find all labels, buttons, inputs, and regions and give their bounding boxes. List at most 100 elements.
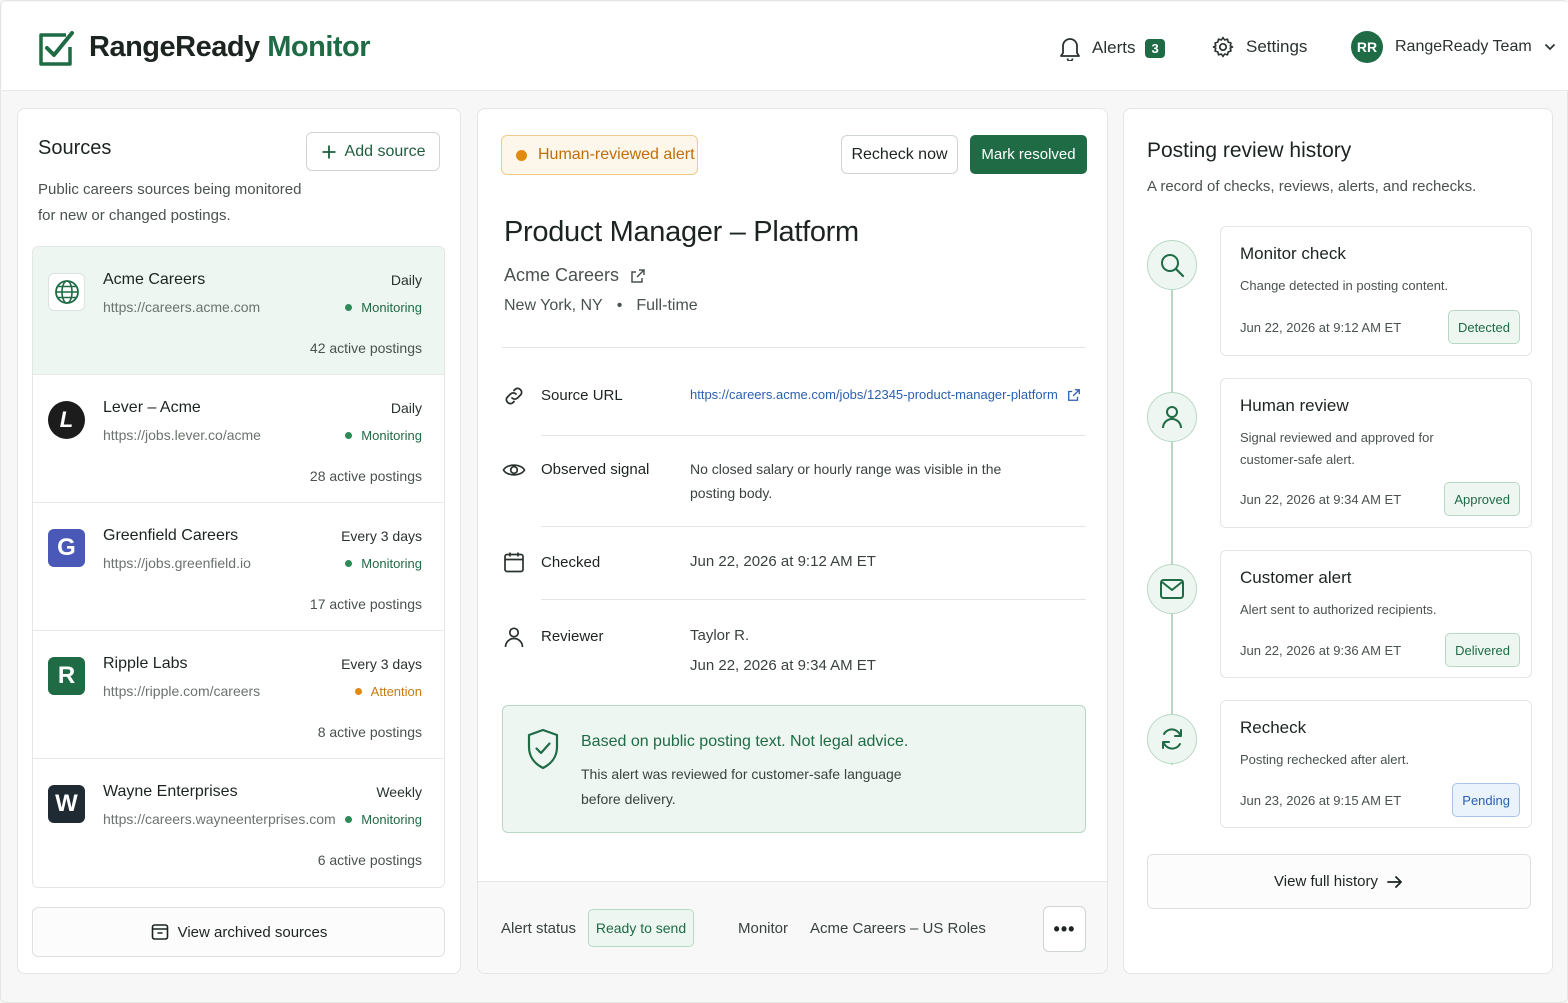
top-header: RangeReady Monitor Alerts 3 Settings RR … <box>2 2 1568 91</box>
app-name-accent: Monitor <box>267 31 371 63</box>
alerts-label: Alerts <box>1092 38 1136 57</box>
event-time: Jun 22, 2026 at 9:36 AM ET <box>1240 643 1402 658</box>
timeline-node <box>1147 714 1197 764</box>
reviewer-name: Taylor R. <box>690 627 750 644</box>
source-item-ripple-labs[interactable]: R Ripple Labs https://ripple.com/careers… <box>33 631 444 759</box>
alert-status-badge: Ready to send <box>588 909 694 947</box>
source-frequency: Daily <box>390 272 422 288</box>
divider <box>541 435 1086 436</box>
source-status-label: Monitoring <box>361 812 422 827</box>
history-description: A record of checks, reviews, alerts, and… <box>1147 178 1477 195</box>
source-url: https://ripple.com/careers <box>103 683 261 699</box>
user-menu[interactable]: RR RangeReady Team <box>1351 31 1556 63</box>
settings-button[interactable]: Settings <box>1211 35 1307 59</box>
timeline-line <box>1171 272 1173 765</box>
add-source-label: Add source <box>344 142 426 160</box>
observed-signal-label: Observed signal <box>541 461 650 478</box>
source-url: https://jobs.greenfield.io <box>103 555 251 571</box>
timeline-card-customer-alert: Customer alert Alert sent to authorized … <box>1220 550 1532 678</box>
chevron-down-icon <box>1544 43 1555 51</box>
legal-notice: Based on public posting text. Not legal … <box>502 705 1086 833</box>
company-name: Acme Careers <box>504 265 620 285</box>
view-archived-label: View archived sources <box>177 923 328 941</box>
source-name: Lever – Acme <box>103 399 201 416</box>
source-url: https://careers.acme.com <box>103 299 261 315</box>
arrow-right-icon <box>1387 875 1402 888</box>
source-status: Monitoring <box>345 556 422 571</box>
source-status-label: Monitoring <box>361 428 422 443</box>
sources-panel: Sources Public careers sources being mon… <box>17 108 461 974</box>
checked-value: Jun 22, 2026 at 9:12 AM ET <box>690 553 876 570</box>
shield-check-icon <box>527 728 559 770</box>
source-status: Monitoring <box>345 812 422 827</box>
history-panel: Posting review history A record of check… <box>1123 108 1553 974</box>
logo-checkbox-icon <box>39 31 74 66</box>
source-status-label: Monitoring <box>361 300 422 315</box>
source-count: 8 active postings <box>317 724 422 740</box>
sources-description: Public careers sources being monitored f… <box>38 181 302 224</box>
divider <box>541 526 1086 527</box>
sources-title: Sources <box>38 137 112 159</box>
alert-status-label: Alert status <box>501 920 577 937</box>
checked-label: Checked <box>541 554 601 571</box>
more-options-button[interactable]: ••• <box>1043 906 1086 952</box>
source-count: 28 active postings <box>309 468 422 484</box>
source-name: Acme Careers <box>103 271 206 288</box>
source-frequency: Weekly <box>376 784 422 800</box>
gear-icon <box>1212 36 1234 58</box>
source-name: Ripple Labs <box>103 655 188 672</box>
source-status: Monitoring <box>345 300 422 315</box>
notice-title: Based on public posting text. Not legal … <box>581 733 909 750</box>
view-full-history-button[interactable]: View full history <box>1147 854 1531 909</box>
source-frequency: Daily <box>390 400 422 416</box>
ripple-logo-icon: R <box>48 657 85 695</box>
source-item-lever-acme[interactable]: L Lever – Acme https://jobs.lever.co/acm… <box>33 375 444 503</box>
human-reviewed-badge: Human-reviewed alert <box>501 135 698 175</box>
observed-signal-value: No closed salary or hourly range was vis… <box>690 461 1002 501</box>
sources-list: Acme Careers https://careers.acme.com Da… <box>32 246 445 888</box>
source-url-link[interactable]: https://careers.acme.com/jobs/12345-prod… <box>690 387 1081 402</box>
app-name: RangeReady <box>89 31 260 63</box>
alerts-button[interactable]: Alerts 3 <box>1058 35 1165 61</box>
source-count: 6 active postings <box>317 852 422 868</box>
search-icon <box>1161 254 1185 278</box>
notice-body: This alert was reviewed for customer-saf… <box>581 766 902 807</box>
settings-label: Settings <box>1246 37 1308 56</box>
event-time: Jun 23, 2026 at 9:15 AM ET <box>1240 793 1402 808</box>
event-body: Posting rechecked after alert. <box>1240 752 1410 767</box>
monitor-value: Acme Careers – US Roles <box>810 920 986 937</box>
job-location: New York, NY <box>504 297 603 314</box>
status-dot <box>516 149 527 161</box>
lever-logo-icon: L <box>48 401 85 439</box>
mark-resolved-button[interactable]: Mark resolved <box>970 135 1087 174</box>
status-badge: Approved <box>1444 482 1520 516</box>
source-item-wayne-enterprises[interactable]: W Wayne Enterprises https://careers.wayn… <box>33 759 444 887</box>
view-archived-sources-button[interactable]: View archived sources <box>32 907 445 957</box>
user-name: RangeReady Team <box>1395 38 1532 55</box>
status-badge: Delivered <box>1445 633 1520 667</box>
view-full-history-label: View full history <box>1274 873 1378 890</box>
event-title: Customer alert <box>1240 568 1352 587</box>
recheck-now-button[interactable]: Recheck now <box>841 135 958 174</box>
archive-icon <box>151 924 168 940</box>
source-name: Greenfield Careers <box>103 527 239 544</box>
source-item-acme-careers[interactable]: Acme Careers https://careers.acme.com Da… <box>33 247 444 375</box>
source-status-label: Monitoring <box>361 556 422 571</box>
event-title: Monitor check <box>1240 244 1346 263</box>
source-status: Attention <box>354 684 422 699</box>
event-body: Alert sent to authorized recipients. <box>1240 602 1437 617</box>
company-link[interactable]: Acme Careers <box>504 265 646 286</box>
reviewer-time: Jun 22, 2026 at 9:34 AM ET <box>690 657 876 674</box>
external-link-icon <box>631 268 645 283</box>
divider <box>541 599 1086 600</box>
source-item-greenfield-careers[interactable]: G Greenfield Careers https://jobs.greenf… <box>33 503 444 631</box>
status-dot <box>345 432 353 439</box>
job-employment-type: Full-time <box>636 297 698 314</box>
status-badge: Pending <box>1452 783 1520 817</box>
source-count: 42 active postings <box>309 340 422 356</box>
add-source-button[interactable]: Add source <box>306 132 440 171</box>
status-dot <box>345 560 353 567</box>
wayne-logo-icon: W <box>48 785 85 823</box>
divider <box>502 347 1086 348</box>
source-status: Monitoring <box>345 428 422 443</box>
